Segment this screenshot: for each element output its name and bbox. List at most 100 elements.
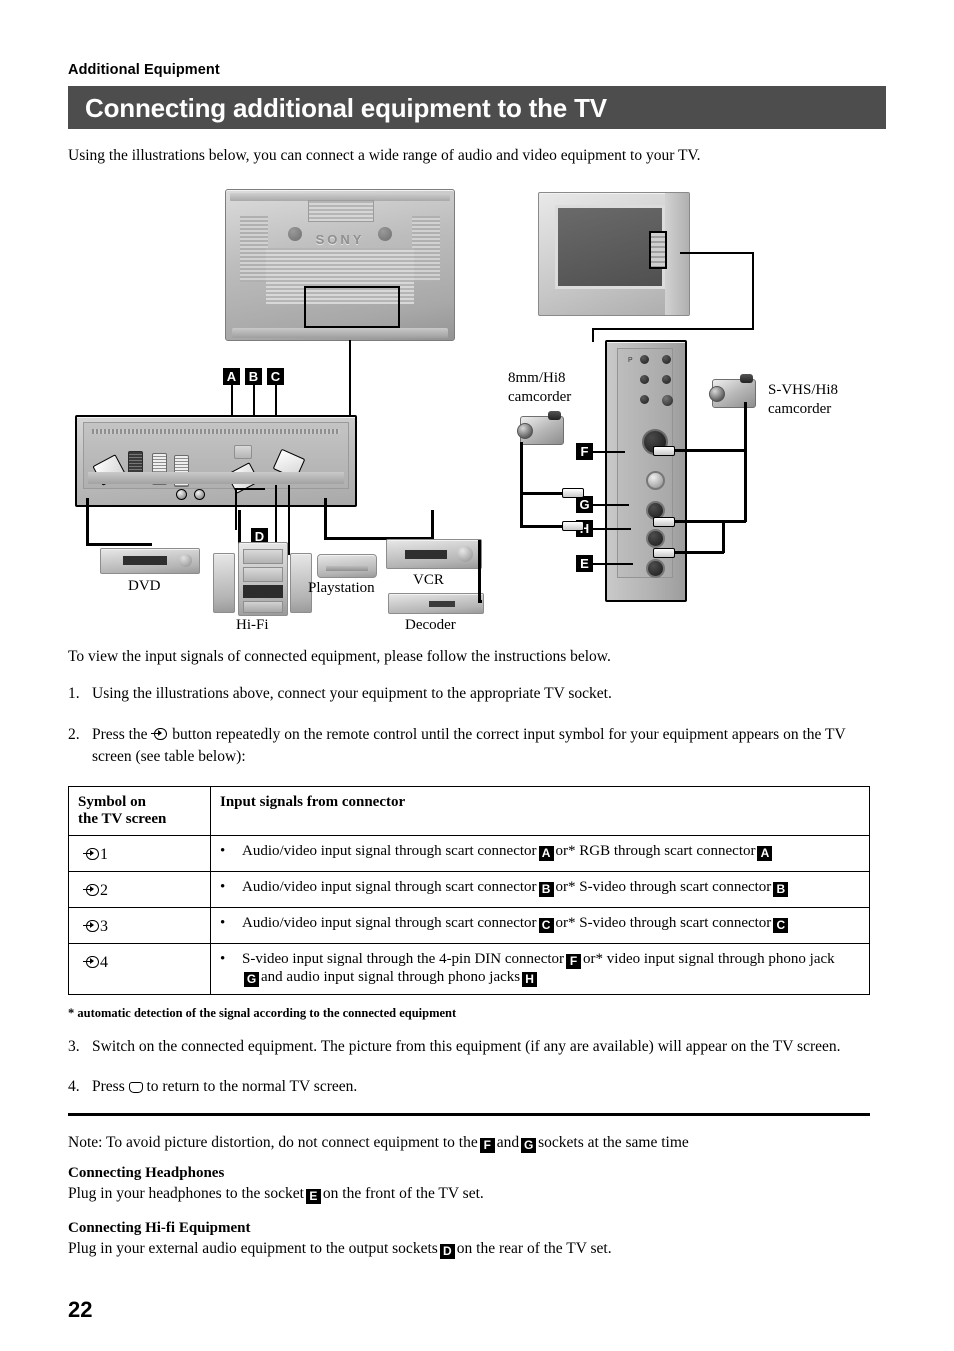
camcorder-viewfinder-left bbox=[548, 411, 561, 420]
row4-symbol-number: 4 bbox=[100, 954, 108, 971]
note-paragraph: Note: To avoid picture distortion, do no… bbox=[68, 1134, 886, 1153]
leader-g bbox=[593, 504, 629, 506]
input-symbol-table: Symbol on the TV screen Input signals fr… bbox=[68, 786, 870, 995]
row3-description: • Audio/video input signal through scart … bbox=[210, 907, 870, 944]
phono-cable-left bbox=[275, 485, 277, 547]
input-symbol-icon bbox=[83, 848, 100, 861]
label-dvd: DVD bbox=[128, 578, 161, 594]
leader-h bbox=[593, 528, 631, 530]
note-tag-f: F bbox=[479, 1138, 495, 1153]
row1-tag-2: A bbox=[757, 846, 773, 861]
label-camcorder-svhs-line2: camcorder bbox=[768, 401, 832, 417]
tv-rear-panel-highlight-box bbox=[304, 286, 400, 328]
row2-tag-1: B bbox=[538, 882, 554, 897]
cable-8mm-v2 bbox=[520, 492, 523, 528]
tv-top-vent bbox=[308, 200, 374, 222]
table-header-symbol-line2: the TV screen bbox=[78, 811, 167, 827]
leader-side-h2 bbox=[592, 328, 754, 331]
step2-text-b: button repeatedly on the remote control … bbox=[172, 726, 846, 743]
row4-tag-3: H bbox=[522, 972, 538, 987]
tv-screen-icon bbox=[128, 1082, 143, 1093]
intro-paragraph: Using the illustrations below, you can c… bbox=[68, 147, 701, 164]
label-camcorder-8mm-line2: camcorder bbox=[508, 389, 572, 405]
cable-svhs-v2 bbox=[722, 520, 725, 553]
video-phono-socket bbox=[646, 471, 665, 490]
cable-svhs-h3 bbox=[672, 551, 724, 554]
tv-rear-knob-left bbox=[288, 227, 302, 241]
cable-svhs-h2 bbox=[672, 520, 746, 523]
note-text-c: sockets at the same time bbox=[538, 1134, 689, 1151]
row4-tag-2: G bbox=[244, 972, 259, 987]
step2-number: 2. bbox=[68, 726, 80, 743]
leader-d-h bbox=[235, 488, 265, 490]
hifi-text-b: on the rear of the TV set. bbox=[456, 1240, 612, 1257]
step4-number: 4. bbox=[68, 1078, 80, 1095]
rcaplug-8mm-audio bbox=[562, 521, 584, 531]
headphones-tag-e: E bbox=[305, 1189, 321, 1204]
program-down-button[interactable] bbox=[640, 355, 649, 364]
row3-tag-2: C bbox=[773, 918, 789, 933]
volume-down-button[interactable] bbox=[640, 375, 649, 384]
page-number: 22 bbox=[68, 1297, 93, 1322]
cable-dvd-h bbox=[86, 543, 152, 547]
page-title: Connecting additional equipment to the T… bbox=[85, 93, 607, 123]
bullet-icon: • bbox=[220, 843, 226, 859]
table-row: 1 • Audio/video input signal through scar… bbox=[68, 835, 870, 872]
row1-text-b: or* RGB through scart connector bbox=[555, 843, 756, 859]
hifi-tag-d: D bbox=[439, 1244, 455, 1259]
step4-text-a: Press bbox=[92, 1078, 125, 1095]
aerial-socket bbox=[234, 445, 252, 459]
hifi-paragraph: Plug in your external audio equipment to… bbox=[68, 1240, 886, 1259]
input-select-icon bbox=[151, 728, 168, 741]
rear-connector-panel bbox=[75, 415, 357, 507]
label-hifi: Hi-Fi bbox=[236, 617, 269, 633]
input-symbol-icon bbox=[83, 920, 100, 933]
tag-e: E bbox=[576, 555, 593, 572]
rcaplug-svhs-audio-r bbox=[653, 548, 675, 558]
audio-right-phono-socket bbox=[646, 529, 665, 548]
table-row: 2 • Audio/video input signal through scar… bbox=[68, 871, 870, 908]
row4-description: • S-video input signal through the 4-pin … bbox=[210, 943, 870, 995]
leader-side-h1 bbox=[680, 252, 754, 255]
row2-description: • Audio/video input signal through scart … bbox=[210, 871, 870, 908]
row3-symbol-number: 3 bbox=[100, 918, 108, 935]
row3-symbol-cell: 3 bbox=[68, 907, 211, 944]
row1-tag-1: A bbox=[538, 846, 554, 861]
row2-symbol-cell: 2 bbox=[68, 871, 211, 908]
row3-text-a: Audio/video input signal through scart c… bbox=[242, 915, 537, 931]
playstation-illustration bbox=[317, 554, 377, 578]
row3-text-b: or* S-video through scart connector bbox=[555, 915, 772, 931]
row2-symbol-number: 2 bbox=[100, 882, 108, 899]
cable-8mm-h2 bbox=[520, 525, 562, 528]
row1-text-a: Audio/video input signal through scart c… bbox=[242, 843, 537, 859]
input-select-button[interactable] bbox=[640, 395, 649, 404]
headphones-paragraph: Plug in your headphones to the socket Eon… bbox=[68, 1185, 886, 1204]
phono-out-left bbox=[176, 489, 187, 500]
tag-b: B bbox=[245, 368, 262, 385]
step1-number: 1. bbox=[68, 685, 80, 702]
hifi-stack-illustration bbox=[238, 542, 288, 616]
tv-side-panel-highlight-box bbox=[649, 231, 667, 269]
cable-vcr-decoder-v bbox=[478, 540, 482, 602]
row4-tag-1: F bbox=[566, 954, 582, 969]
input-symbol-icon bbox=[83, 884, 100, 897]
menu-button[interactable] bbox=[662, 395, 673, 406]
row1-symbol-cell: 1 bbox=[68, 835, 211, 872]
volume-up-button[interactable] bbox=[662, 375, 671, 384]
tag-f: F bbox=[576, 443, 593, 460]
cable-svhs-h1 bbox=[672, 449, 746, 452]
table-row: 4 • S-video input signal through the 4-pi… bbox=[68, 943, 870, 995]
connection-diagram: SONY A B C D DVD Hi-Fi Playstation VCR D… bbox=[68, 180, 886, 645]
program-up-button[interactable] bbox=[662, 355, 671, 364]
label-camcorder-svhs-line1: S-VHS/Hi8 bbox=[768, 382, 839, 398]
camcorder-lens-left bbox=[517, 423, 533, 439]
step4-text: Press to return to the normal TV screen. bbox=[92, 1078, 886, 1096]
note-text-a: Note: To avoid picture distortion, do no… bbox=[68, 1134, 478, 1151]
row1-symbol-number: 1 bbox=[100, 846, 108, 863]
bullet-icon: • bbox=[220, 915, 226, 931]
label-decoder: Decoder bbox=[405, 617, 456, 633]
sony-logo: SONY bbox=[315, 232, 365, 247]
row2-tag-2: B bbox=[773, 882, 789, 897]
table-header-row: Symbol on the TV screen Input signals fr… bbox=[68, 786, 870, 836]
step2-text-a: Press the bbox=[92, 726, 148, 743]
